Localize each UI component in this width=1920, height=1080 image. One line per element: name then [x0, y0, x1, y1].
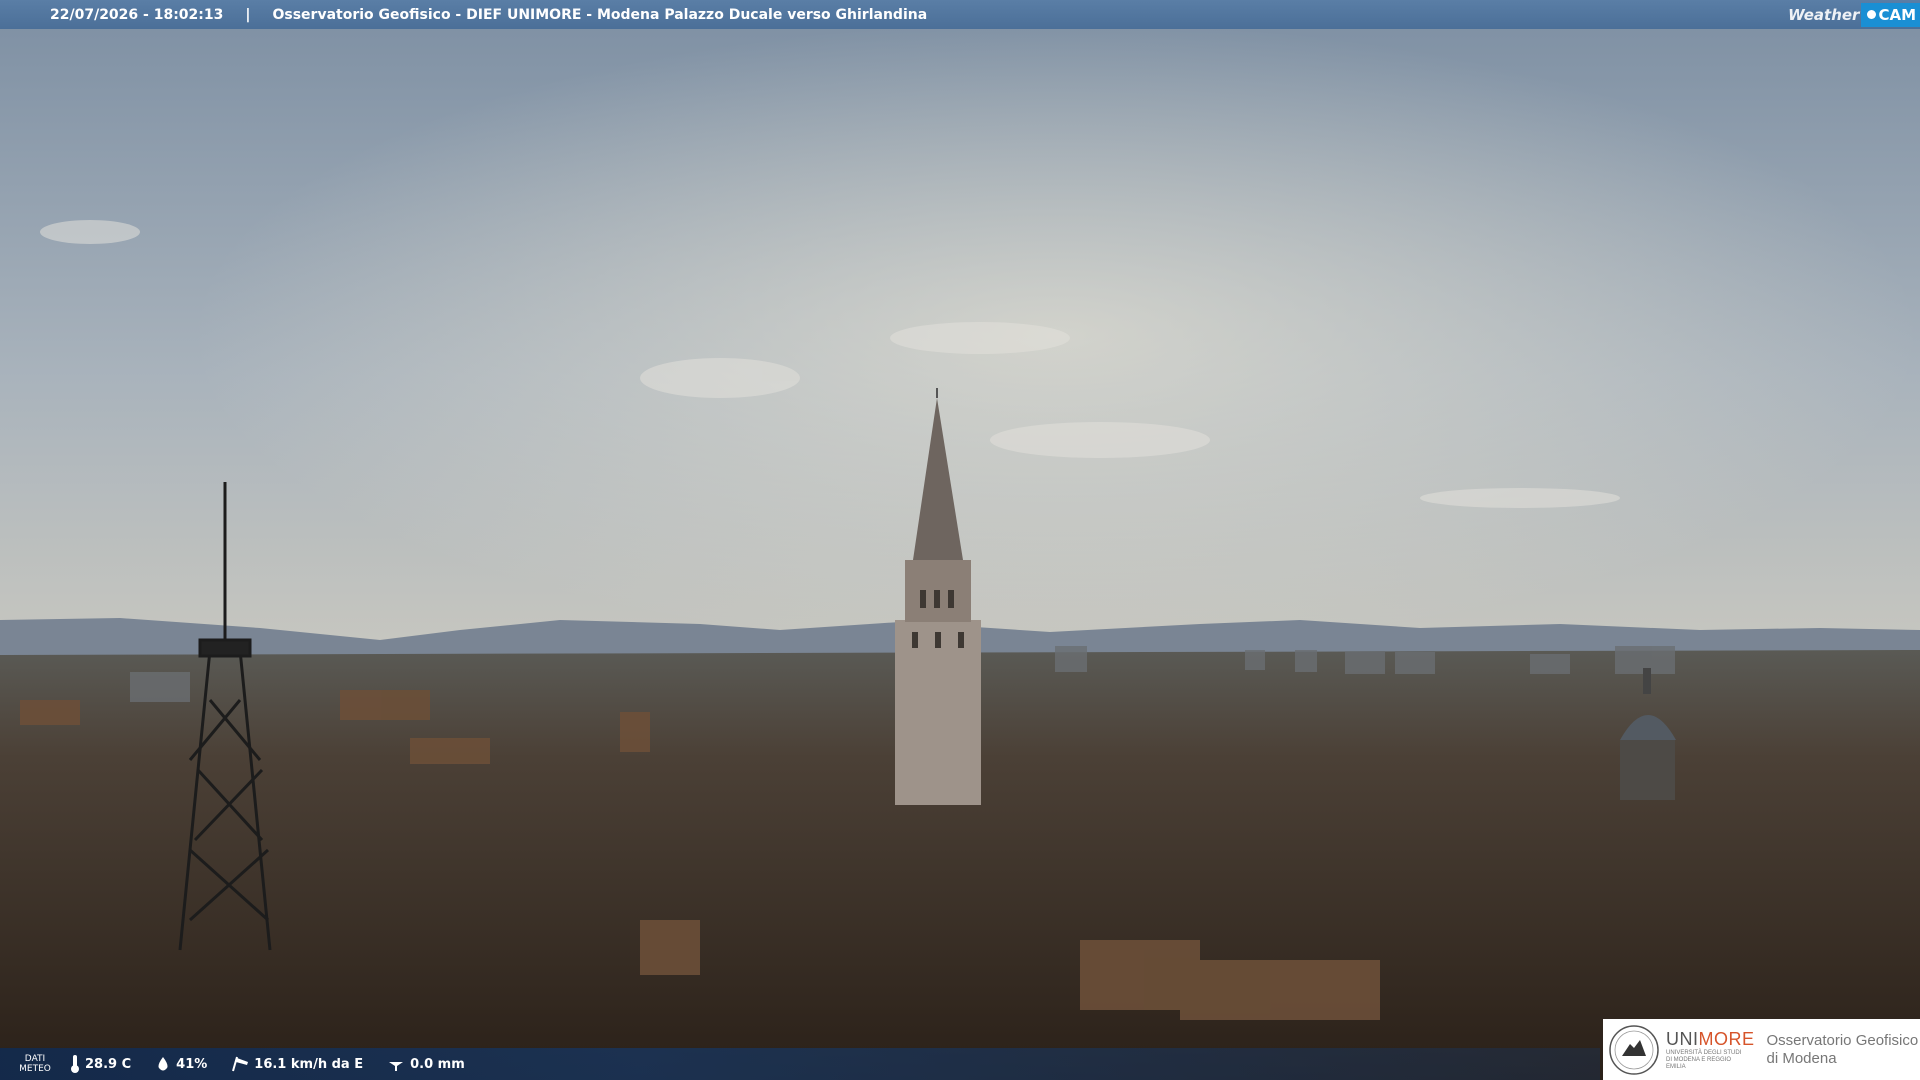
- weathercam-logo: Weather CAM: [1788, 0, 1920, 29]
- wind-reading: 16.1 km/h da E: [231, 1056, 363, 1072]
- weather-label-line1: DATI: [24, 1054, 46, 1064]
- city-panorama: [0, 0, 1920, 1080]
- separator: |: [245, 6, 251, 23]
- weather-data-bar: DATI METEO 28.9 C 41% 16.1 km/h da E 0.0…: [0, 1048, 1600, 1080]
- rain-gauge-icon: [389, 1062, 404, 1071]
- humidity-value: 41%: [176, 1056, 208, 1072]
- brand-weather: Weather: [1788, 5, 1860, 24]
- observatory-line2: di Modena: [1766, 1049, 1837, 1067]
- humidity-drop-icon: [158, 1057, 168, 1071]
- station-title: Osservatorio Geofisico - DIEF UNIMORE - …: [272, 6, 928, 23]
- unimore-wordmark: UNIMORE: [1666, 1029, 1755, 1050]
- timestamp: 22/07/2026 - 18:02:13: [50, 6, 224, 23]
- weather-label-line2: METEO: [19, 1064, 51, 1074]
- webcam-image: [0, 0, 1920, 1080]
- university-seal-icon: [1609, 1024, 1659, 1075]
- brand-cam-label: CAM: [1878, 5, 1916, 24]
- temperature-value: 28.9 C: [85, 1056, 132, 1072]
- brand-cam: CAM: [1861, 2, 1920, 27]
- camera-dot-icon: [1867, 10, 1877, 19]
- rain-value: 0.0 mm: [410, 1056, 465, 1072]
- humidity-reading: 41%: [155, 1056, 207, 1072]
- weather-label: DATI METEO: [0, 1054, 70, 1074]
- top-info-bar: 22/07/2026 - 18:02:13 | Osservatorio Geo…: [0, 0, 1920, 29]
- wind-sock-icon: [232, 1056, 249, 1072]
- wordmark-uni: UNI: [1666, 1028, 1699, 1049]
- wordmark-more: MORE: [1698, 1028, 1755, 1049]
- rain-reading: 0.0 mm: [387, 1056, 465, 1072]
- temperature-reading: 28.9 C: [70, 1055, 131, 1073]
- observatory-name: Osservatorio Geofisico di Modena: [1767, 1032, 1919, 1068]
- university-line: UNIVERSITÀ DEGLI STUDI DI MODENA E REGGI…: [1666, 1049, 1742, 1070]
- thermometer-icon: [71, 1055, 79, 1073]
- wind-value: 16.1 km/h da E: [254, 1056, 364, 1072]
- observatory-line1: Osservatorio Geofisico: [1766, 1031, 1919, 1049]
- unimore-logo: UNIMORE UNIVERSITÀ DEGLI STUDI DI MODENA…: [1603, 1019, 1920, 1080]
